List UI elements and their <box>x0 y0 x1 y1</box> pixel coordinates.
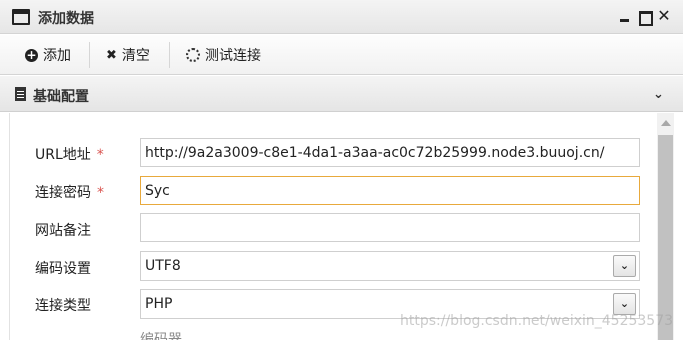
test-connection-label: 测试连接 <box>205 48 261 64</box>
maximize-icon[interactable] <box>636 8 653 26</box>
required-marker: * <box>96 147 104 163</box>
section-header-basic-config[interactable]: 基础配置 ⌄ <box>0 76 683 112</box>
document-icon <box>15 87 26 101</box>
spinner-icon <box>186 48 200 62</box>
x-icon: ✖ <box>106 47 117 63</box>
plus-circle-icon: + <box>25 47 38 62</box>
add-button[interactable]: + 添加 <box>25 44 71 66</box>
url-label-text: URL地址 <box>35 147 91 163</box>
clear-button[interactable]: ✖ 清空 <box>106 44 150 66</box>
toolbar: + 添加 ✖ 清空 测试连接 <box>0 35 683 75</box>
add-button-label: 添加 <box>43 48 71 64</box>
test-connection-button[interactable]: 测试连接 <box>186 44 261 66</box>
encoder-label-partial: 编码器 <box>140 332 182 340</box>
scroll-up-arrow[interactable] <box>661 120 671 126</box>
note-label: 网站备注 <box>35 223 91 239</box>
window-icon <box>12 9 30 25</box>
section-title: 基础配置 <box>33 89 89 105</box>
close-icon[interactable]: ✕ <box>656 8 672 24</box>
toolbar-divider <box>89 42 90 68</box>
minimize-icon[interactable] <box>617 8 633 24</box>
password-input[interactable] <box>140 176 640 205</box>
watermark: https://blog.csdn.net/weixin_45253573 <box>400 313 674 329</box>
chevron-down-icon[interactable]: ⌄ <box>653 87 664 102</box>
toolbar-divider <box>169 42 170 68</box>
chevron-down-icon[interactable]: ⌄ <box>613 255 636 277</box>
window-titlebar: 添加数据 ✕ <box>0 0 683 34</box>
password-label: 连接密码 * <box>35 182 104 202</box>
encoding-label: 编码设置 <box>35 261 91 277</box>
conn-type-label: 连接类型 <box>35 298 91 314</box>
encoding-select-value: UTF8 <box>145 258 181 274</box>
chevron-down-icon[interactable]: ⌄ <box>613 293 636 315</box>
vertical-scrollbar[interactable] <box>657 113 674 340</box>
note-input[interactable] <box>140 213 640 242</box>
required-marker: * <box>97 185 104 201</box>
clear-button-label: 清空 <box>121 48 150 64</box>
encoding-select[interactable]: UTF8 ⌄ <box>140 251 640 281</box>
url-input[interactable] <box>140 138 640 167</box>
password-label-text: 连接密码 <box>35 185 91 201</box>
url-label: URL地址 * <box>35 144 104 164</box>
scrollbar-thumb[interactable] <box>658 135 673 340</box>
window-title: 添加数据 <box>38 11 94 27</box>
conn-type-select-value: PHP <box>145 296 173 312</box>
